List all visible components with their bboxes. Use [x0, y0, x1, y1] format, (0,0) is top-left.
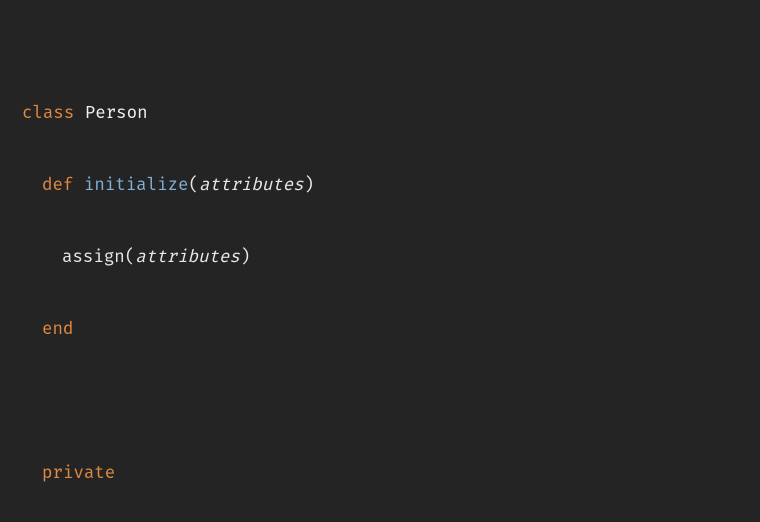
code-line-6: private	[22, 456, 738, 492]
keyword-def: def	[42, 175, 73, 196]
param-attributes: attributes	[199, 175, 304, 196]
method-initialize: initialize	[84, 175, 189, 196]
keyword-end: end	[42, 319, 73, 340]
code-blank-line	[22, 384, 738, 420]
keyword-private: private	[42, 463, 115, 484]
class-name: Person	[85, 103, 148, 124]
code-line-3: assign(attributes)	[22, 240, 738, 276]
code-line-2: def initialize(attributes)	[22, 168, 738, 204]
code-block: class Person def initialize(attributes) …	[0, 0, 760, 522]
arg-attributes: attributes	[135, 247, 240, 268]
code-line-1: class Person	[22, 96, 738, 132]
call-assign: assign(	[62, 247, 135, 268]
keyword-class: class	[22, 103, 74, 124]
code-line-4: end	[22, 312, 738, 348]
